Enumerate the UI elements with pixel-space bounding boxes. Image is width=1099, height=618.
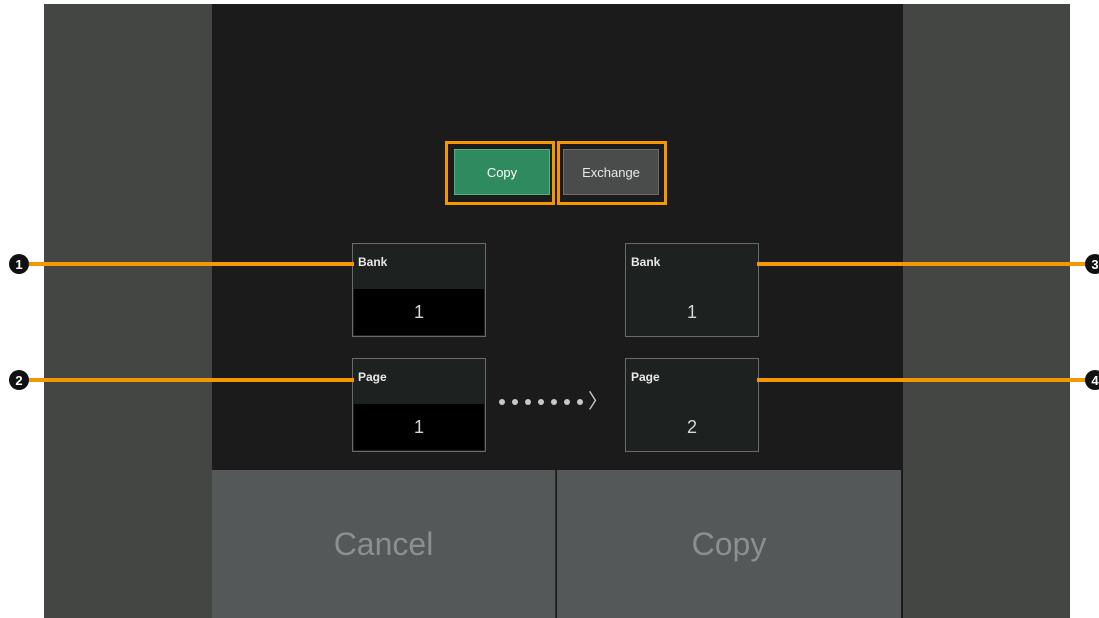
copy-mode-button[interactable]: Copy — [454, 149, 550, 195]
destination-bank-label: Bank — [631, 255, 661, 269]
callout-marker-3: 3 — [1085, 254, 1099, 274]
callout-marker-1: 1 — [9, 254, 29, 274]
destination-bank-value: 1 — [627, 289, 757, 335]
source-page-field[interactable]: Page 1 — [352, 358, 486, 452]
source-bank-value: 1 — [354, 289, 484, 335]
copy-button[interactable]: Copy — [557, 470, 901, 618]
callout-line-2 — [28, 378, 354, 382]
destination-page-label: Page — [631, 370, 660, 384]
source-page-label: Page — [358, 370, 387, 384]
destination-bank-field[interactable]: Bank 1 — [625, 243, 759, 337]
callout-marker-2: 2 — [9, 370, 29, 390]
source-bank-field[interactable]: Bank 1 — [352, 243, 486, 337]
destination-page-field[interactable]: Page 2 — [625, 358, 759, 452]
right-side-panel — [903, 4, 1070, 618]
source-bank-label: Bank — [358, 255, 388, 269]
destination-page-value: 2 — [627, 404, 757, 450]
callout-marker-4: 4 — [1085, 370, 1099, 390]
source-page-value: 1 — [354, 404, 484, 450]
copy-direction-arrow-icon: 〉 — [499, 392, 608, 412]
callout-line-4 — [757, 378, 1087, 382]
cancel-button[interactable]: Cancel — [212, 470, 556, 618]
callout-line-1 — [28, 262, 354, 266]
exchange-mode-button[interactable]: Exchange — [563, 149, 659, 195]
left-side-panel — [44, 4, 212, 618]
callout-line-3 — [757, 262, 1087, 266]
